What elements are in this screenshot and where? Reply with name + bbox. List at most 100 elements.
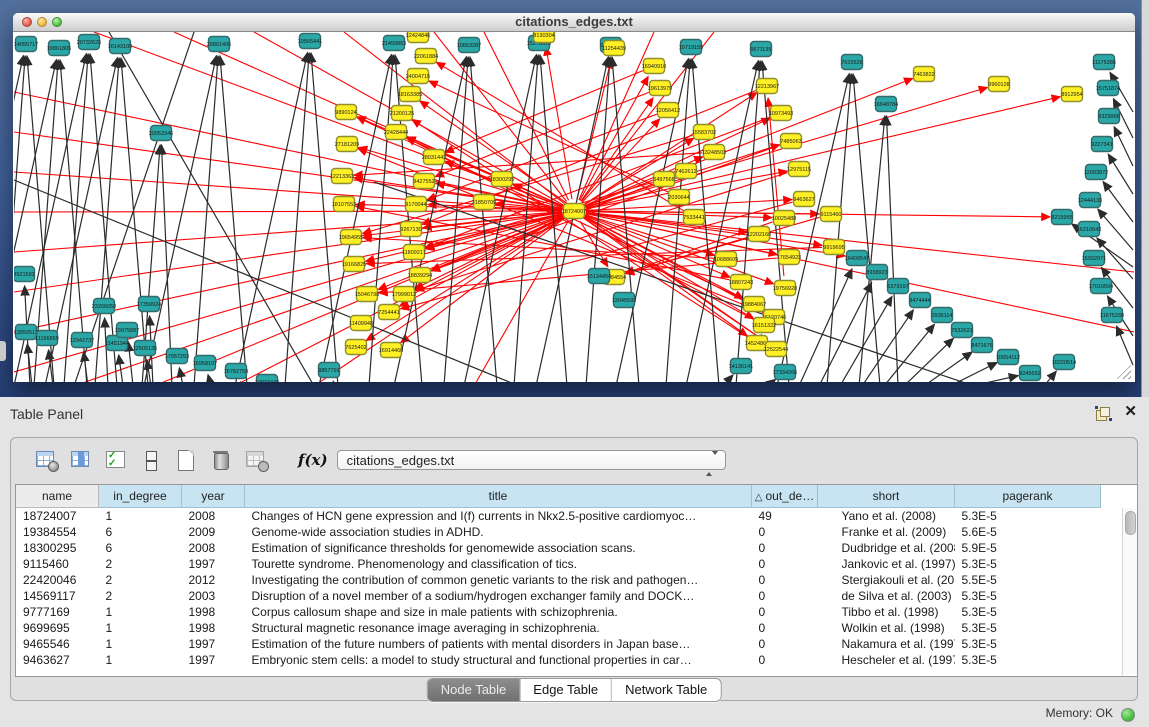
network-node[interactable]: 7632621 bbox=[951, 323, 972, 338]
network-node[interactable]: 8521593 bbox=[14, 267, 35, 282]
table-cell[interactable]: 2 bbox=[99, 556, 182, 572]
network-node[interactable]: 19613979 bbox=[648, 81, 672, 96]
column-header-outde[interactable]: △out_de… bbox=[752, 485, 818, 508]
network-node[interactable]: 7485063 bbox=[780, 134, 801, 149]
network-node[interactable]: 20732625 bbox=[77, 35, 101, 50]
network-node[interactable]: 17957253 bbox=[165, 349, 189, 364]
table-cell[interactable]: Tourette syndrome. Phenomenology and cla… bbox=[245, 556, 752, 572]
network-node[interactable]: 9170044 bbox=[405, 197, 426, 212]
network-node[interactable]: 23206050 bbox=[92, 299, 116, 314]
network-node[interactable]: 18807243 bbox=[729, 275, 753, 290]
network-node[interactable]: 19861805 bbox=[47, 41, 71, 56]
reference-edge[interactable] bbox=[972, 376, 1018, 382]
tab-network-table[interactable]: Network Table bbox=[611, 679, 720, 701]
table-cell[interactable]: 5.3E-5 bbox=[955, 620, 1101, 636]
network-node[interactable]: 9857791 bbox=[318, 363, 339, 378]
network-node[interactable]: 10220514 bbox=[1052, 355, 1076, 370]
network-node[interactable]: 8938923 bbox=[866, 265, 887, 280]
network-node[interactable]: 12923448 bbox=[255, 375, 279, 383]
table-cell[interactable]: 5.3E-5 bbox=[955, 604, 1101, 620]
delete-table-icon[interactable] bbox=[210, 449, 232, 471]
column-header-short[interactable]: short bbox=[818, 485, 955, 508]
network-node[interactable]: 11409948 bbox=[349, 316, 373, 331]
table-cell[interactable]: 9699695 bbox=[16, 620, 99, 636]
table-cell[interactable]: Investigating the contribution of common… bbox=[245, 572, 752, 588]
network-node[interactable]: 18107553 bbox=[332, 197, 356, 212]
network-node[interactable]: 12202160 bbox=[747, 227, 771, 242]
reference-edge[interactable] bbox=[884, 324, 934, 382]
table-cell[interactable]: 0 bbox=[752, 588, 818, 604]
network-node[interactable]: 2030644 bbox=[668, 190, 689, 205]
table-cell[interactable]: 18300295 bbox=[16, 540, 99, 556]
network-node[interactable]: 11809217 bbox=[402, 245, 426, 260]
reference-edge[interactable] bbox=[767, 379, 776, 382]
new-table-icon[interactable] bbox=[175, 449, 197, 471]
network-node[interactable]: 27181209 bbox=[335, 137, 359, 152]
reference-edge[interactable] bbox=[1044, 371, 1056, 382]
network-node[interactable]: 12424846 bbox=[406, 32, 430, 43]
network-node[interactable]: 16914460 bbox=[379, 343, 403, 358]
table-cell[interactable]: 6 bbox=[99, 540, 182, 556]
network-node[interactable]: 7615526 bbox=[841, 55, 862, 70]
network-node[interactable]: 12505135 bbox=[133, 341, 157, 356]
table-cell[interactable]: Wolkin et al. (1998) bbox=[818, 620, 955, 636]
table-cell[interactable]: 5.3E-5 bbox=[955, 636, 1101, 652]
table-cell[interactable]: 14569117 bbox=[16, 588, 99, 604]
network-node[interactable]: 12213363 bbox=[330, 169, 354, 184]
table-cell[interactable]: 1997 bbox=[182, 556, 245, 572]
table-cell[interactable]: 0 bbox=[752, 572, 818, 588]
network-node[interactable]: 11675338 bbox=[1100, 308, 1124, 323]
table-cell[interactable]: 2 bbox=[99, 572, 182, 588]
table-cell[interactable]: de Silva et al. (2003) bbox=[818, 588, 955, 604]
network-node[interactable]: 18724007 bbox=[562, 204, 586, 219]
network-node[interactable]: 17016504 bbox=[1089, 279, 1113, 294]
table-cell[interactable]: 0 bbox=[752, 604, 818, 620]
citation-edge[interactable] bbox=[436, 62, 683, 211]
network-node[interactable]: 15583702 bbox=[692, 125, 716, 140]
table-row[interactable]: 1938455462009Genome-wide association stu… bbox=[16, 524, 1101, 540]
table-cell[interactable]: 1 bbox=[99, 636, 182, 652]
network-node[interactable]: 19654955 bbox=[339, 230, 363, 245]
citation-edge[interactable] bbox=[354, 153, 702, 175]
table-cell[interactable]: 9463627 bbox=[16, 652, 99, 668]
column-header-pagerank[interactable]: pagerank bbox=[955, 485, 1101, 508]
network-node[interactable]: 9474444 bbox=[909, 293, 930, 308]
table-cell[interactable]: 49 bbox=[752, 508, 818, 525]
table-cell[interactable]: 0 bbox=[752, 556, 818, 572]
table-cell[interactable]: 1997 bbox=[182, 636, 245, 652]
network-node[interactable]: 16151322 bbox=[752, 318, 776, 333]
column-header-title[interactable]: title bbox=[245, 485, 752, 508]
table-cell[interactable]: 5.3E-5 bbox=[955, 508, 1101, 525]
tab-node-table[interactable]: Node Table bbox=[428, 679, 520, 701]
memory-status-icon[interactable] bbox=[1121, 708, 1135, 722]
column-header-year[interactable]: year bbox=[182, 485, 245, 508]
table-cell[interactable]: Corpus callosum shape and size in male p… bbox=[245, 604, 752, 620]
network-node[interactable]: 12056412 bbox=[656, 103, 680, 118]
table-cell[interactable]: Disruption of a novel member of a sodium… bbox=[245, 588, 752, 604]
reference-edge[interactable] bbox=[1108, 154, 1133, 194]
network-node[interactable]: 14055717 bbox=[14, 37, 38, 52]
scrollbar-thumb[interactable] bbox=[1125, 511, 1136, 535]
network-node[interactable]: 16940910 bbox=[642, 59, 666, 74]
close-window-button[interactable] bbox=[22, 17, 32, 27]
network-node[interactable]: 21200125 bbox=[390, 106, 414, 121]
network-node[interactable]: 9427552 bbox=[413, 174, 434, 189]
table-cell[interactable]: 1 bbox=[99, 652, 182, 668]
network-node[interactable]: 21499863 bbox=[382, 36, 406, 51]
network-node[interactable]: 8215955 bbox=[1051, 210, 1072, 225]
table-cell[interactable]: Dudbridge et al. (2008) bbox=[818, 540, 955, 556]
network-node[interactable]: 11156869 bbox=[35, 331, 59, 346]
select-all-icon[interactable]: ✓✓ bbox=[105, 449, 127, 471]
network-node[interactable]: 18300295 bbox=[490, 172, 514, 187]
citation-edge[interactable] bbox=[366, 247, 822, 263]
network-node[interactable]: 12942737 bbox=[70, 333, 94, 348]
network-node[interactable]: 9227341 bbox=[1091, 137, 1112, 152]
table-cell[interactable]: 5.6E-5 bbox=[955, 524, 1101, 540]
network-node[interactable]: 16409547 bbox=[845, 251, 869, 266]
network-node[interactable]: 20053346 bbox=[149, 126, 173, 141]
network-node[interactable]: 10688609 bbox=[714, 252, 738, 267]
network-node[interactable]: 10654112 bbox=[996, 350, 1020, 365]
network-node[interactable]: 9890124 bbox=[335, 105, 356, 120]
table-row[interactable]: 977716911998Corpus callosum shape and si… bbox=[16, 604, 1101, 620]
table-cell[interactable]: 2012 bbox=[182, 572, 245, 588]
